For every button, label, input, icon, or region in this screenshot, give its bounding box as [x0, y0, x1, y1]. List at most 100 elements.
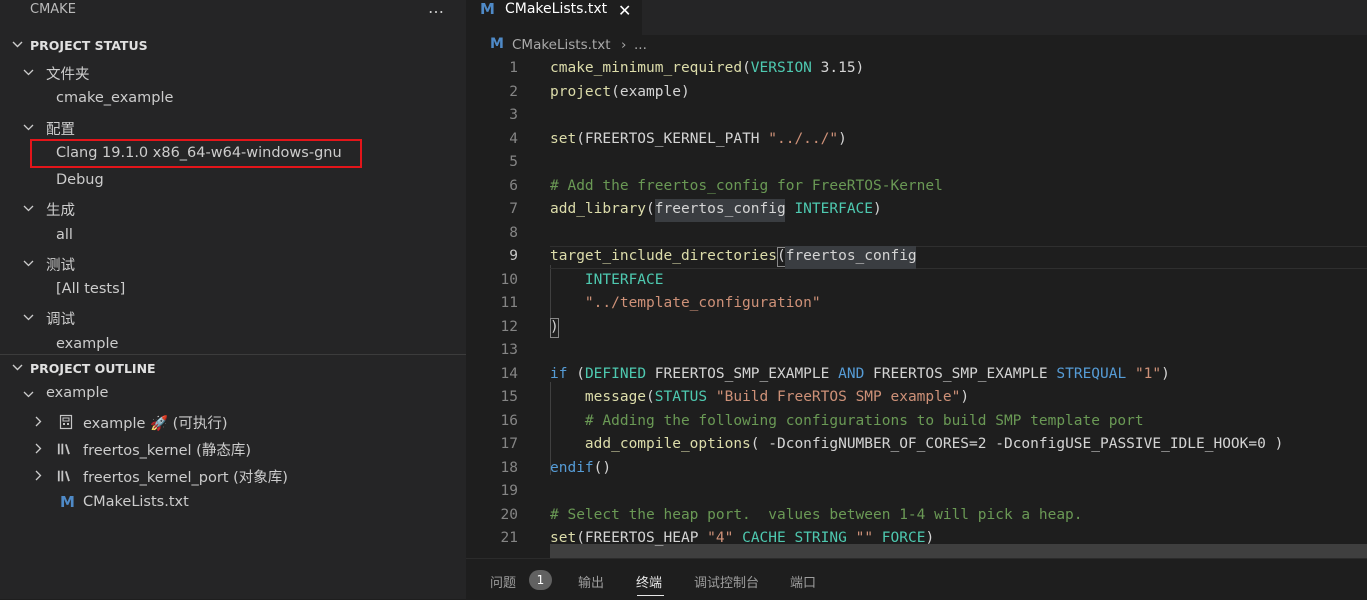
code-line[interactable]: 5 [466, 152, 1367, 175]
status-item-label: all [56, 227, 73, 243]
line-number: 3 [509, 107, 518, 123]
status-group-test[interactable]: 测试 [0, 251, 466, 277]
code-line[interactable]: 1 cmake_minimum_required(VERSION 3.15) [466, 58, 1367, 81]
code-text: if (DEFINED FREERTOS_SMP_EXAMPLE AND FRE… [550, 366, 1170, 382]
code-line[interactable]: 6 # Add the freertos_config for FreeRTOS-… [466, 176, 1367, 199]
panel-tab-problems[interactable]: 问题 [490, 572, 516, 591]
outline-project-root[interactable]: example [0, 382, 466, 408]
close-icon[interactable]: ✕ [618, 1, 631, 20]
status-group-label: 配置 [46, 122, 75, 138]
cmake-file-icon: M [60, 493, 75, 511]
code-line[interactable]: 14 if (DEFINED FREERTOS_SMP_EXAMPLE AND F… [466, 364, 1367, 387]
code-token: (example) [611, 83, 690, 100]
code-token: INTERFACE [794, 201, 874, 217]
outline-file-label: CMakeLists.txt [83, 494, 189, 510]
status-item-build-target[interactable]: all [0, 224, 466, 250]
library-icon [57, 470, 70, 482]
code-token: set [550, 530, 577, 546]
editor-area: M CMakeLists.txt ✕ M CMakeLists.txt › ..… [466, 0, 1367, 600]
code-line[interactable]: 21 set(FREERTOS_HEAP "4" CACHE STRING "" … [466, 528, 1367, 551]
outline-target-static-lib[interactable]: freertos_kernel (静态库) [0, 436, 466, 462]
code-token: # Adding the following configurations to… [584, 412, 1144, 429]
status-item-label: example [56, 336, 119, 352]
tab-cmakelists[interactable]: M CMakeLists.txt ✕ [466, 0, 642, 35]
code-text: INTERFACE [550, 272, 664, 288]
status-group-build[interactable]: 生成 [0, 196, 466, 222]
code-token: add_library [550, 201, 647, 217]
outline-target-executable[interactable]: example 🚀 (可执行) [0, 409, 466, 435]
code-text: ) [550, 319, 559, 335]
panel-tab-output[interactable]: 输出 [578, 572, 604, 591]
more-actions-icon[interactable]: … [428, 0, 445, 17]
section-divider [0, 354, 466, 355]
code-token: ( [567, 365, 585, 382]
code-token: () [593, 459, 612, 476]
code-text: # Select the heap port. values between 1… [550, 507, 1083, 523]
outline-target-object-lib[interactable]: freertos_kernel_port (对象库) [0, 463, 466, 489]
project-status-header[interactable]: PROJECT STATUS [0, 35, 466, 57]
code-line[interactable]: 10 INTERFACE [466, 270, 1367, 293]
code-text: message(STATUS "Build FreeRTOS SMP examp… [550, 389, 969, 405]
chevron-right-icon [35, 470, 42, 481]
code-text: cmake_minimum_required(VERSION 3.15) [550, 60, 864, 76]
code-line[interactable]: 3 [466, 105, 1367, 128]
panel-tab-terminal[interactable]: 终端 [636, 572, 662, 591]
status-item-tests[interactable]: [All tests] [0, 278, 466, 304]
project-outline-label: PROJECT OUTLINE [30, 361, 156, 376]
code-line[interactable]: 8 [466, 223, 1367, 246]
status-group-config[interactable]: 配置 [0, 115, 466, 141]
code-editor[interactable]: 1 cmake_minimum_required(VERSION 3.15) 2 pr… [466, 58, 1367, 558]
code-token: ( -DconfigNUMBER_OF_CORES=2 -DconfigUSE_… [750, 436, 1284, 452]
code-line[interactable]: 16 # Adding the following configurations… [466, 411, 1367, 434]
chevron-right-icon [35, 416, 42, 427]
chevron-right-icon [35, 443, 42, 454]
code-token: message [584, 389, 647, 405]
status-group-label: 调试 [46, 312, 75, 328]
code-line[interactable]: 7 add_library(freertos_config INTERFACE) [466, 199, 1367, 222]
code-text: set(FREERTOS_KERNEL_PATH "../../") [550, 131, 847, 147]
code-line[interactable]: 19 [466, 481, 1367, 504]
panel-tab-ports[interactable]: 端口 [790, 572, 816, 591]
code-line[interactable]: 17 add_compile_options( -DconfigNUMBER_O… [466, 434, 1367, 457]
status-item-build-type[interactable]: Debug [0, 169, 466, 195]
code-line[interactable]: 12) [466, 317, 1367, 340]
code-line[interactable]: 13 [466, 340, 1367, 363]
code-token: # Add the freertos_config for FreeRTOS-K… [550, 177, 943, 194]
code-token: "Build FreeRTOS SMP example" [715, 389, 961, 405]
panel-tab-debug-console[interactable]: 调试控制台 [694, 572, 759, 591]
status-item-folder[interactable]: cmake_example [0, 87, 466, 113]
code-line[interactable]: 4 set(FREERTOS_KERNEL_PATH "../../") [466, 129, 1367, 152]
line-number: 19 [500, 483, 518, 499]
active-tab-indicator [637, 595, 664, 596]
code-line[interactable]: 2 project(example) [466, 82, 1367, 105]
chevron-down-icon [23, 314, 34, 321]
code-text: add_compile_options( -DconfigNUMBER_OF_C… [550, 436, 1283, 452]
chevron-down-icon [23, 124, 34, 131]
line-number: 8 [509, 224, 518, 241]
outline-file-cmakelists[interactable]: M CMakeLists.txt [0, 491, 466, 517]
code-token: ) [925, 530, 935, 546]
code-line[interactable]: 11 "../template_configuration" [466, 293, 1367, 316]
status-group-folder[interactable]: 文件夹 [0, 60, 466, 86]
code-line[interactable]: 18 endif() [466, 458, 1367, 481]
status-item-debug-target[interactable]: example [0, 333, 466, 359]
code-token: FORCE [881, 530, 926, 546]
project-outline-header[interactable]: PROJECT OUTLINE [0, 358, 466, 380]
code-line[interactable]: 20 # Select the heap port. values between… [466, 505, 1367, 528]
breadcrumb-file[interactable]: CMakeLists.txt [512, 37, 611, 53]
status-group-debug[interactable]: 调试 [0, 305, 466, 331]
code-line[interactable]: 15 message(STATUS "Build FreeRTOS SMP ex… [466, 387, 1367, 410]
executable-icon [59, 414, 73, 430]
code-text: endif() [550, 460, 611, 476]
line-number: 15 [500, 389, 518, 405]
library-icon [57, 443, 70, 455]
code-line[interactable]: 9 target_include_directories(freertos_con… [466, 246, 1367, 269]
breadcrumb: M CMakeLists.txt › ... [466, 36, 1367, 58]
breadcrumb-symbol[interactable]: ... [634, 37, 647, 53]
code-token: # Select the heap port. values between 1… [550, 506, 1083, 523]
